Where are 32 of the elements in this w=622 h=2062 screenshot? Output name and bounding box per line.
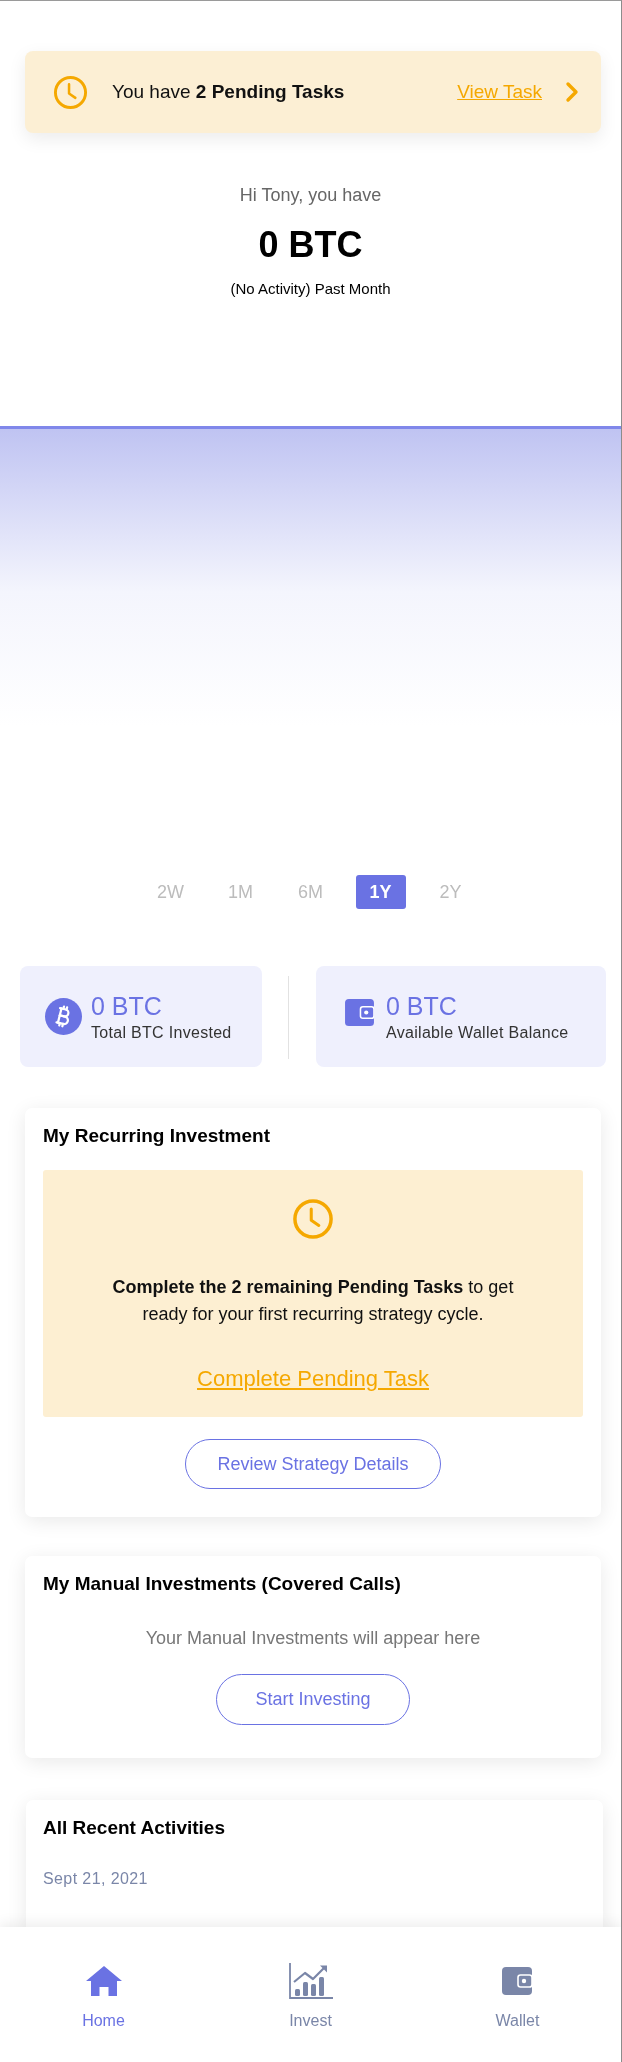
range-tab[interactable]: 1Y xyxy=(355,875,406,909)
bar-chart-icon xyxy=(288,1963,333,1999)
stat-label: Total BTC Invested xyxy=(91,1022,232,1043)
card-title: My Manual Investments (Covered Calls) xyxy=(43,1572,402,1596)
banner-message: You have 2 Pending Tasks xyxy=(112,81,346,103)
stat-value: 0 BTC xyxy=(386,990,458,1021)
range-tab[interactable]: 2Y xyxy=(425,875,476,909)
stat-value: 0 BTC xyxy=(91,990,163,1021)
nav-home-tab[interactable]: Home xyxy=(82,1963,125,2031)
wallet-icon xyxy=(502,1967,533,1995)
clock-icon xyxy=(53,74,88,110)
stat-label: Available Wallet Balance xyxy=(386,1022,569,1043)
bitcoin-icon xyxy=(45,998,82,1035)
start-investing-button[interactable]: Start Investing xyxy=(216,1674,410,1725)
clock-icon xyxy=(292,1198,334,1240)
review-strategy-button[interactable]: Review Strategy Details xyxy=(185,1439,441,1489)
nav-invest-tab[interactable]: Invest xyxy=(288,1963,333,2031)
empty-state-text: Your Manual Investments will appear here xyxy=(144,1627,482,1650)
notice-message: Complete the 2 remaining Pending Tasks to get ready for your first recurring strategy cycle. xyxy=(111,1276,515,1326)
range-tab[interactable]: 1M xyxy=(215,875,266,909)
wallet-icon xyxy=(345,999,374,1026)
nav-wallet-tab[interactable]: Wallet xyxy=(495,1963,540,2031)
range-tab[interactable]: 2W xyxy=(145,875,196,909)
activity-date: Sept 21, 2021 xyxy=(43,1869,149,1889)
activity-caption: (No Activity) Past Month xyxy=(230,279,391,299)
balance-amount: 0 BTC xyxy=(258,223,363,267)
card-title: All Recent Activities xyxy=(43,1816,226,1840)
chevron-right-icon[interactable] xyxy=(565,81,579,103)
range-tab[interactable]: 6M xyxy=(285,875,336,909)
card-title: My Recurring Investment xyxy=(43,1124,271,1148)
home-icon xyxy=(85,1966,122,1996)
greeting-text: Hi Tony, you have xyxy=(239,184,382,207)
